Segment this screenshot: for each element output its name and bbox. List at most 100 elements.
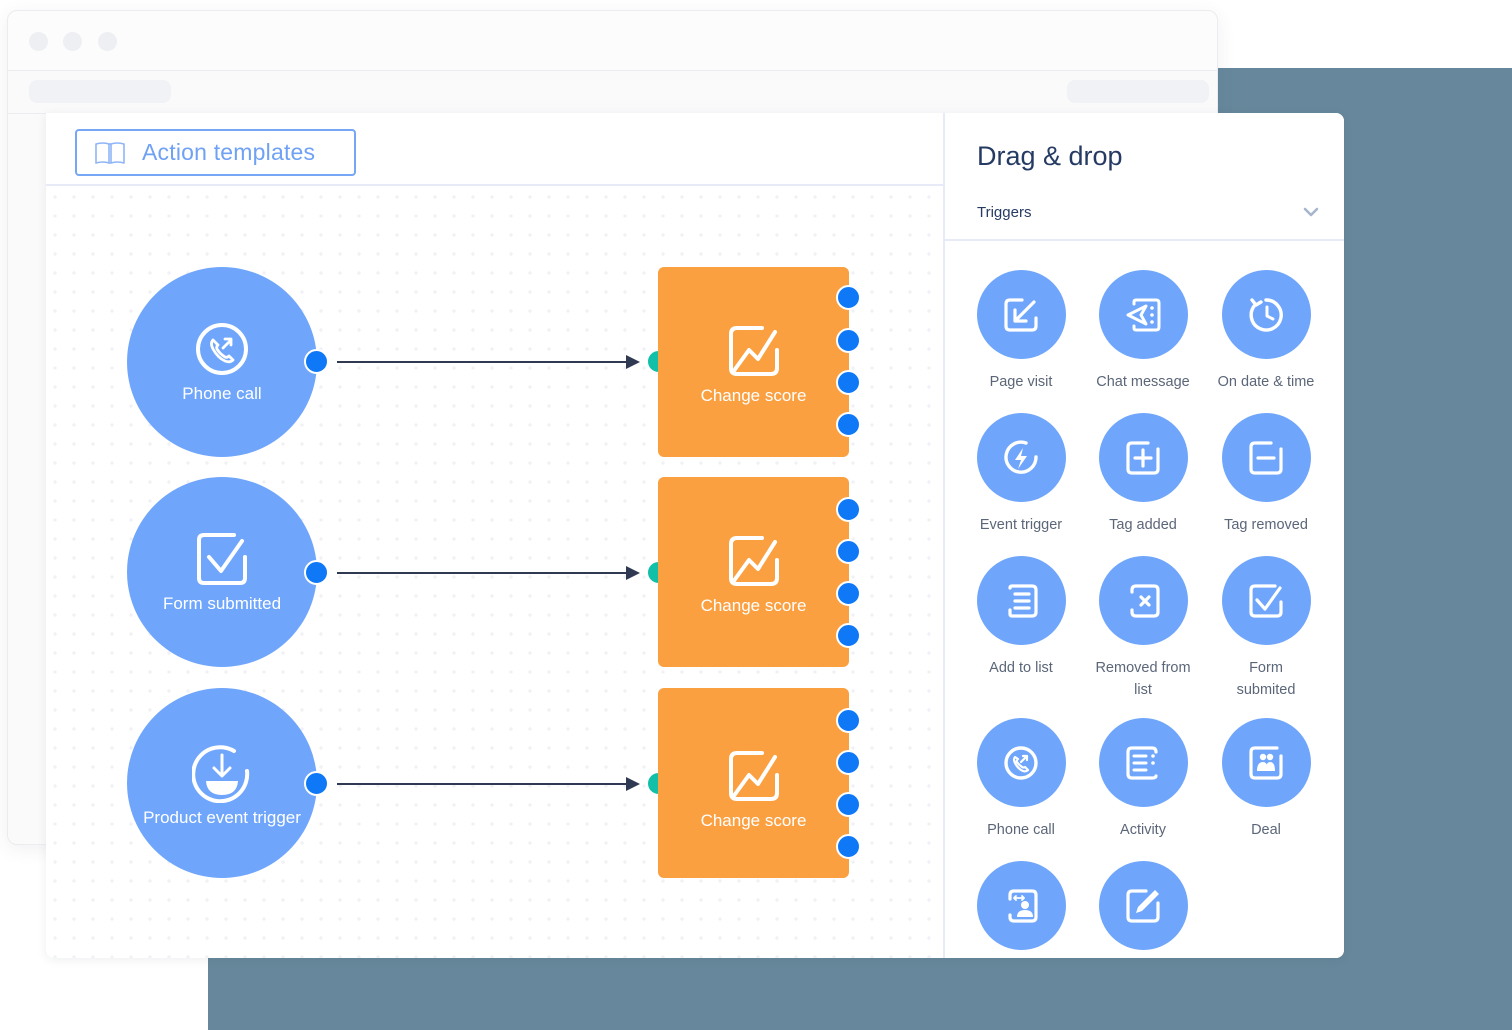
palette-item-add-to-list[interactable]: Add to list bbox=[960, 556, 1082, 679]
event-trigger-icon bbox=[1004, 439, 1038, 474]
palette-icon-circle bbox=[1098, 270, 1188, 359]
automation-editor: Action templates Phone call Change score bbox=[46, 113, 1344, 958]
triggers-dropdown[interactable]: Triggers bbox=[977, 201, 1319, 223]
palette-item-edit[interactable] bbox=[1082, 861, 1204, 958]
form-submitted-icon bbox=[1249, 583, 1283, 618]
date-time-icon bbox=[1249, 297, 1283, 332]
drag-drop-panel: Drag & drop Triggers Page visit Chat mes… bbox=[943, 113, 1344, 958]
chat-message-icon bbox=[1126, 298, 1161, 331]
palette-icon-circle bbox=[1221, 270, 1311, 359]
output-port[interactable] bbox=[304, 560, 329, 585]
output-port[interactable] bbox=[836, 370, 861, 395]
palette-icon-circle bbox=[976, 556, 1066, 645]
palette-item-label: Event trigger bbox=[979, 517, 1063, 533]
placeholder-pill bbox=[1067, 80, 1209, 103]
activity-icon bbox=[1126, 745, 1158, 780]
action-templates-label: Action templates bbox=[142, 139, 316, 165]
deal-icon bbox=[1249, 745, 1283, 780]
connector-arrow[interactable] bbox=[337, 777, 640, 791]
contact-field-icon bbox=[1008, 888, 1038, 923]
phone-call-icon bbox=[1004, 745, 1038, 780]
palette-icon-circle bbox=[1221, 718, 1311, 807]
connector-arrow[interactable] bbox=[337, 566, 640, 580]
palette-item-tag-added[interactable]: Tag added bbox=[1082, 413, 1204, 536]
window-titlebar bbox=[8, 11, 1217, 71]
palette-item-activity[interactable]: Activity bbox=[1082, 718, 1204, 841]
output-port[interactable] bbox=[836, 581, 861, 606]
trigger-node-product-event[interactable]: Product event trigger bbox=[127, 688, 317, 878]
palette-item-deal[interactable]: Deal bbox=[1205, 718, 1327, 841]
trigger-node-label: Product event trigger bbox=[143, 807, 301, 827]
dropdown-value: Triggers bbox=[977, 203, 1032, 221]
palette-item-label: Removed from list bbox=[1095, 660, 1191, 698]
palette-icon-circle bbox=[1098, 413, 1188, 502]
phone-call-icon bbox=[196, 322, 248, 375]
action-node-label: Change score bbox=[700, 811, 807, 830]
palette-icon-circle bbox=[1098, 718, 1188, 807]
output-port[interactable] bbox=[836, 285, 861, 310]
action-node-change-score[interactable]: Change score bbox=[658, 688, 849, 878]
palette-icon-circle bbox=[1098, 556, 1188, 645]
palette-item-label: Tag removed bbox=[1224, 517, 1308, 533]
trigger-node-label: Form submitted bbox=[162, 593, 282, 613]
panel-divider bbox=[945, 239, 1344, 241]
output-port[interactable] bbox=[836, 708, 861, 733]
checkbox-icon bbox=[197, 532, 247, 585]
action-node-label: Change score bbox=[700, 386, 807, 405]
canvas-toolbar: Action templates bbox=[46, 113, 943, 186]
output-port[interactable] bbox=[836, 750, 861, 775]
removed-from-list-icon bbox=[1130, 583, 1160, 618]
score-chart-icon bbox=[728, 536, 779, 586]
action-node-change-score[interactable]: Change score bbox=[658, 477, 849, 667]
palette-icon-circle bbox=[976, 861, 1066, 950]
window-toolbar bbox=[8, 71, 1217, 114]
palette-item-removed-from-list[interactable]: Removed from list bbox=[1082, 556, 1204, 701]
add-to-list-icon bbox=[1008, 583, 1038, 618]
book-open-icon bbox=[95, 141, 125, 164]
palette-item-form-submitted[interactable]: Form submited bbox=[1205, 556, 1327, 701]
palette-item-on-date-time[interactable]: On date & time bbox=[1205, 270, 1327, 393]
edit-icon bbox=[1126, 888, 1160, 923]
output-port[interactable] bbox=[836, 412, 861, 437]
product-event-icon bbox=[192, 744, 250, 803]
action-node-change-score[interactable]: Change score bbox=[658, 267, 849, 457]
trigger-node-form-submitted[interactable]: Form submitted bbox=[127, 477, 317, 667]
palette-item-chat-message[interactable]: Chat message bbox=[1082, 270, 1204, 393]
score-chart-icon bbox=[728, 326, 779, 376]
palette-item-label: Form submited bbox=[1236, 660, 1296, 698]
output-port[interactable] bbox=[304, 771, 329, 796]
output-port[interactable] bbox=[836, 792, 861, 817]
palette-item-label: Page visit bbox=[989, 374, 1053, 390]
palette-item-label: Deal bbox=[1251, 822, 1281, 838]
action-node-label: Change score bbox=[700, 596, 807, 615]
window-close-dot bbox=[29, 32, 48, 51]
trigger-node-phone-call[interactable]: Phone call bbox=[127, 267, 317, 457]
output-port[interactable] bbox=[836, 539, 861, 564]
tag-added-icon bbox=[1126, 440, 1160, 475]
output-port[interactable] bbox=[836, 834, 861, 859]
palette-icon-circle bbox=[1221, 556, 1311, 645]
action-templates-button[interactable]: Action templates bbox=[75, 129, 356, 176]
output-port[interactable] bbox=[836, 623, 861, 648]
palette-icon-circle bbox=[1221, 413, 1311, 502]
connector-arrow[interactable] bbox=[337, 355, 640, 369]
palette-icon-circle bbox=[1098, 861, 1188, 950]
output-port[interactable] bbox=[836, 497, 861, 522]
tag-removed-icon bbox=[1249, 440, 1283, 475]
output-port[interactable] bbox=[836, 328, 861, 353]
score-chart-icon bbox=[728, 751, 779, 801]
workflow-canvas[interactable]: Action templates Phone call Change score bbox=[46, 113, 943, 958]
palette-item-label: Add to list bbox=[989, 660, 1053, 676]
palette-item-label: Activity bbox=[1120, 822, 1166, 838]
palette-item-label: Phone call bbox=[987, 822, 1055, 838]
palette-item-phone-call[interactable]: Phone call bbox=[960, 718, 1082, 841]
palette-item-label: Tag added bbox=[1109, 517, 1177, 533]
palette-item-tag-removed[interactable]: Tag removed bbox=[1205, 413, 1327, 536]
palette-item-contact-field[interactable] bbox=[960, 861, 1082, 958]
trigger-node-label: Phone call bbox=[182, 383, 262, 403]
output-port[interactable] bbox=[304, 349, 329, 374]
palette-item-event-trigger[interactable]: Event trigger bbox=[960, 413, 1082, 536]
page-visit-icon bbox=[1004, 297, 1038, 332]
window-minimize-dot bbox=[63, 32, 82, 51]
palette-item-page-visit[interactable]: Page visit bbox=[960, 270, 1082, 393]
